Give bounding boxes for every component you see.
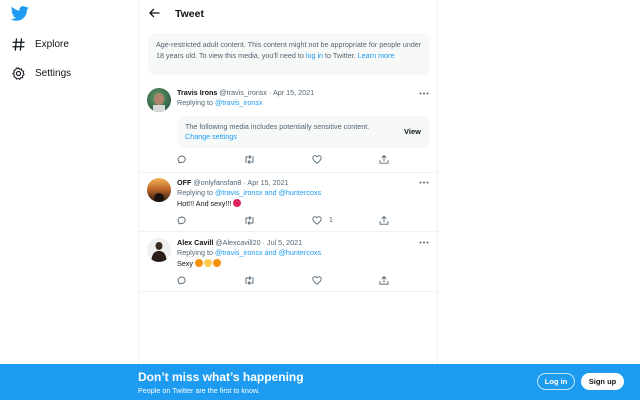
hashtag-icon: [10, 36, 26, 52]
heart-eyes-icon: [203, 259, 212, 267]
page-header: Tweet: [139, 0, 439, 28]
arrow-left-icon: [148, 8, 160, 18]
fire-icon: [194, 259, 203, 267]
change-settings-link[interactable]: Change settings: [185, 132, 369, 142]
age-restriction-notice: Age-restricted adult content. This conte…: [148, 33, 430, 75]
replying-to-link[interactable]: @travis_ironsx and @huntercoxs: [215, 248, 321, 257]
left-navigation: Explore Settings: [0, 0, 138, 400]
like-icon[interactable]: [312, 154, 329, 164]
retweet-icon[interactable]: [244, 275, 255, 285]
tweet[interactable]: OFF @onlyfansfan8 · Apr 15, 2021 Replyin…: [139, 173, 439, 232]
author-handle[interactable]: @onlyfansfan8: [193, 178, 241, 187]
login-button[interactable]: Log in: [537, 373, 575, 390]
fire-icon: [212, 259, 221, 267]
retweet-icon[interactable]: [244, 215, 255, 225]
nav-item-label: Settings: [35, 67, 72, 79]
more-options-icon[interactable]: [419, 239, 429, 245]
share-icon[interactable]: [379, 215, 389, 225]
like-icon[interactable]: [312, 275, 329, 285]
avatar[interactable]: [147, 88, 171, 112]
like-icon[interactable]: 1: [312, 215, 333, 225]
tweet-date[interactable]: · Apr 15, 2021: [269, 88, 314, 97]
like-count: 1: [329, 216, 333, 224]
nav-item-label: Explore: [35, 38, 69, 50]
tweet[interactable]: Alex Cavill @Alexcavill20 · Jul 5, 2021 …: [139, 232, 439, 292]
more-options-icon[interactable]: [419, 90, 429, 96]
retweet-icon[interactable]: [244, 154, 255, 164]
avatar[interactable]: [147, 178, 171, 202]
tweet-text: Sexy: [177, 258, 431, 269]
replying-to: Replying to @travis_ironsx: [177, 98, 263, 107]
signup-button[interactable]: Sign up: [581, 373, 624, 390]
tweet[interactable]: Travis Irons @travis_ironsx · Apr 15, 20…: [139, 82, 439, 173]
author-name[interactable]: Alex Cavill: [177, 238, 213, 247]
share-icon[interactable]: [379, 154, 389, 164]
tweet-actions: [177, 275, 397, 285]
face-icon: [233, 199, 242, 207]
login-link[interactable]: log in: [306, 51, 323, 60]
author-handle[interactable]: @travis_ironsx: [219, 88, 267, 97]
nav-item-settings[interactable]: Settings: [10, 61, 71, 85]
notice-text: to Twitter.: [323, 51, 358, 60]
tweet-text: Hot!!! And sexy!!!: [177, 198, 431, 209]
author-handle[interactable]: @Alexcavill20: [215, 238, 260, 247]
avatar[interactable]: [147, 238, 171, 262]
reply-icon[interactable]: [177, 154, 187, 164]
tweet-date[interactable]: · Apr 15, 2021: [243, 178, 288, 187]
reply-icon[interactable]: [177, 215, 187, 225]
sensitive-media-warning: The following media includes potentially…: [177, 116, 430, 148]
learn-more-link[interactable]: Learn more: [358, 51, 395, 60]
tweet-date[interactable]: · Jul 5, 2021: [263, 238, 303, 247]
banner-subtitle: People on Twitter are the first to know.: [138, 386, 260, 395]
share-icon[interactable]: [379, 275, 389, 285]
reply-icon[interactable]: [177, 275, 187, 285]
gear-icon: [10, 65, 26, 81]
back-button[interactable]: [147, 6, 161, 20]
main-column: Tweet Age-restricted adult content. This…: [138, 0, 439, 400]
twitter-bird-icon[interactable]: [10, 6, 29, 22]
replying-to-link[interactable]: @travis_ironsx: [215, 98, 263, 107]
tweet-actions: [177, 154, 397, 164]
banner-title: Don’t miss what’s happening: [138, 370, 304, 384]
tweet-actions: 1: [177, 215, 397, 225]
page-title: Tweet: [175, 8, 204, 20]
sensitive-media-text: The following media includes potentially…: [185, 122, 370, 131]
more-options-icon[interactable]: [419, 179, 429, 185]
replying-to: Replying to @travis_ironsx and @hunterco…: [177, 248, 322, 257]
author-name[interactable]: OFF: [177, 178, 191, 187]
nav-item-explore[interactable]: Explore: [10, 32, 69, 56]
view-media-button[interactable]: View: [404, 127, 421, 136]
replying-to: Replying to @travis_ironsx and @hunterco…: [177, 188, 322, 197]
author-name[interactable]: Travis Irons: [177, 88, 217, 97]
replying-to-link[interactable]: @travis_ironsx and @huntercoxs: [215, 188, 321, 197]
